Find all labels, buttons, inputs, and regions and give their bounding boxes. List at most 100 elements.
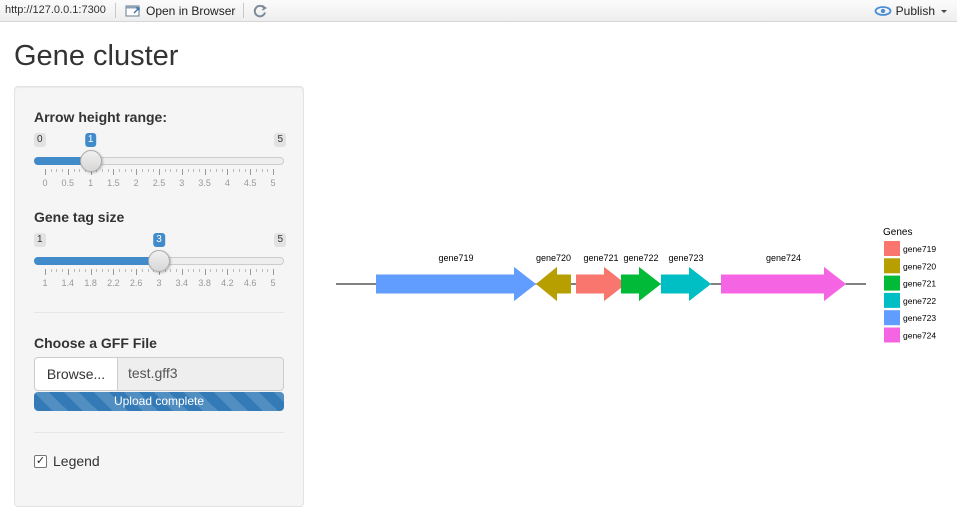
slider-tick: [181, 269, 183, 275]
slider-minor-tick: [147, 169, 149, 172]
slider-tick-label: 1: [42, 278, 48, 288]
slider-tick: [273, 169, 274, 175]
slider-minor-tick: [261, 169, 263, 172]
slider-minor-tick: [119, 169, 121, 172]
slider-minor-tick: [244, 169, 246, 172]
slider-minor-tick: [255, 169, 257, 172]
page-title: Gene cluster: [14, 40, 179, 72]
slider-tick-label: 5: [270, 178, 276, 188]
slider-value-label: 3: [153, 233, 165, 247]
slider-minor-tick: [102, 169, 103, 172]
slider-minor-tick: [62, 169, 64, 172]
upload-progress-bar: Upload complete: [34, 392, 284, 411]
legend-title: Genes: [883, 227, 912, 238]
url-label: http://127.0.0.1:7300: [5, 4, 106, 16]
legend-key-gene724: [884, 327, 900, 343]
slider-handle[interactable]: [148, 250, 170, 272]
slider-tick-label: 4.2: [221, 278, 234, 288]
slider-max-label: 5: [274, 233, 286, 247]
slider-tick-label: 5: [270, 278, 276, 288]
legend-label-gene722: gene722: [903, 296, 936, 306]
slider-minor-tick: [267, 269, 269, 272]
slider-minor-tick: [50, 269, 52, 272]
slider-minor-tick: [73, 269, 75, 272]
gene-tag-gene724: gene724: [766, 253, 801, 263]
publish-label: Publish: [895, 4, 935, 18]
upload-status-text: Upload complete: [113, 394, 205, 408]
gene-tag-gene723: gene723: [668, 253, 703, 263]
gene-tag-size-slider[interactable]: 1 5 3 1 1.4 1.8 2.2 2.6 3 3.4 3.8 4.2 4.6 5: [34, 233, 286, 293]
slider-tick-label: 3.8: [198, 278, 211, 288]
publish-icon: [874, 6, 892, 16]
toolbar-separator: [115, 3, 116, 18]
slider-minor-tick: [261, 269, 263, 272]
gene-tag-size-label: Gene tag size: [34, 209, 125, 225]
slider-minor-tick: [147, 269, 149, 272]
slider-minor-tick: [221, 169, 223, 172]
slider-tick: [113, 169, 115, 175]
slider-minor-tick: [210, 269, 212, 272]
slider-bar: [34, 257, 159, 265]
slider-minor-tick: [187, 169, 189, 172]
browse-button[interactable]: Browse...: [34, 357, 118, 391]
arrow-height-slider[interactable]: 0 5 1 0 0.5 1 1.5 2 2.5 3 3.5 4 4.5 5: [34, 133, 286, 193]
slider-tick: [227, 169, 229, 175]
slider-minor-tick: [210, 169, 212, 172]
slider-minor-tick: [164, 169, 166, 172]
slider-minor-tick: [170, 269, 172, 272]
gene-tag-gene720: gene720: [536, 253, 571, 263]
slider-minor-tick: [238, 169, 240, 172]
slider-tick: [181, 169, 183, 175]
slider-minor-tick: [255, 269, 257, 272]
slider-minor-tick: [96, 269, 98, 272]
slider-tick-label: 2.2: [107, 278, 120, 288]
slider-minor-tick: [102, 269, 103, 272]
legend-checkbox[interactable]: ✓ Legend: [34, 453, 100, 469]
slider-minor-tick: [244, 269, 246, 272]
slider-tick: [204, 169, 206, 175]
file-input-group: Browse... test.gff3: [34, 357, 284, 391]
publish-button[interactable]: Publish: [874, 2, 949, 20]
arrow-height-label: Arrow height range:: [34, 109, 168, 125]
file-name-field[interactable]: test.gff3: [117, 357, 284, 391]
gene-tag-gene721: gene721: [583, 253, 618, 263]
slider-tick-label: 1.5: [107, 178, 120, 188]
legend-label-gene723: gene723: [903, 313, 936, 323]
slider-minor-tick: [84, 269, 86, 272]
slider-minor-tick: [187, 269, 189, 272]
slider-tick: [227, 269, 229, 275]
slider-value-label: 1: [84, 133, 97, 147]
slider-tick: [45, 169, 46, 175]
divider: [34, 312, 284, 313]
slider-tick-label: 0.5: [61, 178, 75, 188]
slider-minor-tick: [119, 269, 121, 272]
viewer-toolbar: http://127.0.0.1:7300 Open in Browser Pu…: [0, 0, 957, 22]
toolbar-separator: [243, 3, 244, 18]
slider-minor-tick: [130, 169, 132, 172]
slider-minor-tick: [79, 169, 81, 172]
chevron-down-icon[interactable]: [939, 6, 949, 16]
slider-tick-label: 4.5: [243, 178, 257, 188]
open-in-browser-button[interactable]: Open in Browser: [125, 2, 235, 20]
slider-tick: [45, 269, 46, 275]
slider-minor-tick: [238, 269, 240, 272]
gene-tag-gene722: gene722: [623, 253, 658, 263]
slider-tick: [113, 269, 115, 275]
slider-tick-label: 2.6: [129, 278, 143, 288]
checkbox-box[interactable]: ✓: [34, 454, 47, 468]
slider-tick-label: 4.6: [243, 278, 257, 288]
legend-label-gene721: gene721: [903, 279, 936, 289]
slider-handle[interactable]: [79, 150, 102, 172]
gene-arrow-gene722: [621, 266, 661, 302]
gff-file-label: Choose a GFF File: [34, 335, 157, 351]
legend-label-gene719: gene719: [903, 244, 936, 254]
slider-minor-tick: [107, 169, 109, 172]
slider-minor-tick: [221, 269, 223, 272]
slider-minor-tick: [267, 169, 269, 172]
slider-minor-tick: [62, 269, 64, 272]
slider-minor-tick: [216, 169, 217, 172]
slider-tick-label: 3.5: [198, 178, 211, 188]
refresh-icon[interactable]: [252, 3, 268, 19]
slider-minor-tick: [198, 169, 200, 172]
legend-label-gene724: gene724: [903, 331, 936, 341]
